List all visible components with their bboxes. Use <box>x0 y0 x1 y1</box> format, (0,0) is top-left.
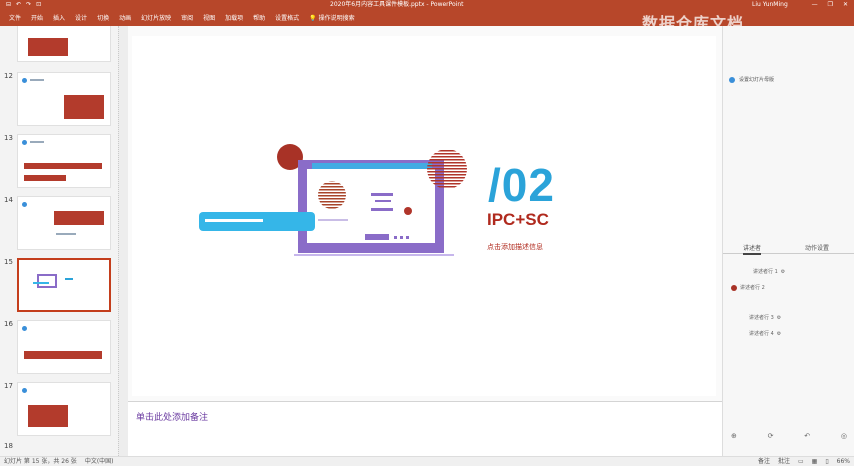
save-icon[interactable]: ⊟ <box>6 0 11 10</box>
slide-thumbnail[interactable] <box>17 320 111 374</box>
tab-animations[interactable]: 动画 <box>114 14 136 24</box>
slide-count: 幻灯片 第 15 张，共 26 张 <box>4 458 77 465</box>
pane-row[interactable]: 讲述者行 2 <box>731 284 765 291</box>
slide-thumbnail[interactable] <box>17 382 111 436</box>
slide-thumbnail[interactable] <box>17 26 111 62</box>
tab-home[interactable]: 开始 <box>26 14 48 24</box>
tab-insert[interactable]: 插入 <box>48 14 70 24</box>
notes-placeholder[interactable]: 单击此处添加备注 <box>136 410 208 423</box>
pane-row[interactable]: 讲述者行 1 ⚙ <box>753 268 786 276</box>
pane-divider[interactable] <box>118 26 128 456</box>
pane-row-label: 讲述者行 4 <box>749 331 774 337</box>
slide-thumbnail[interactable] <box>17 196 111 250</box>
slide-thumbnail-selected[interactable] <box>17 258 111 312</box>
normal-view-icon[interactable]: ▭ <box>798 457 804 466</box>
redo-icon[interactable]: ↷ <box>26 0 31 10</box>
tab-design[interactable]: 设计 <box>70 14 92 24</box>
tab-slideshow[interactable]: 幻灯片放映 <box>136 14 176 24</box>
undo-icon[interactable]: ↶ <box>804 432 810 440</box>
comments-toggle[interactable]: 批注 <box>778 457 790 466</box>
pane-tabs: 讲述者 动作设置 <box>723 240 854 255</box>
tell-me-search[interactable]: 💡 操作说明搜索 <box>304 14 359 24</box>
notes-toggle[interactable]: 备注 <box>758 457 770 466</box>
section-title[interactable]: IPC+SC <box>487 210 549 230</box>
pane-row-label: 讲述者行 1 <box>753 269 778 275</box>
settings-icon: ⚙ <box>780 268 786 275</box>
tab-help[interactable]: 帮助 <box>248 14 270 24</box>
settings-icon: ⚙ <box>776 314 782 321</box>
quick-access-toolbar: ⊟ ↶ ↷ ⊡ <box>6 0 41 10</box>
ribbon-tabs: 文件 开始 插入 设计 切换 动画 幻灯片放映 审阅 视图 加载项 帮助 设置格… <box>0 10 854 33</box>
slide-number: 17 <box>4 382 13 390</box>
slide-number: 18 <box>4 442 13 450</box>
tab-review[interactable]: 审阅 <box>176 14 198 24</box>
title-bar: ⊟ ↶ ↷ ⊡ 2020年6月内容工具课件模板.pptx - PowerPoin… <box>0 0 854 10</box>
slide-number: 15 <box>4 258 13 266</box>
slide-number: 14 <box>4 196 13 204</box>
pane-row[interactable]: 讲述者行 4 ⚙ <box>749 330 782 338</box>
pane-row-label: 讲述者行 3 <box>749 315 774 321</box>
section-subtitle[interactable]: 点击添加描述信息 <box>487 242 543 252</box>
language-indicator[interactable]: 中文(中国) <box>85 457 114 466</box>
present-icon[interactable]: ⊡ <box>36 0 41 10</box>
slide-thumbnail[interactable] <box>17 134 111 188</box>
slide-illustration <box>199 144 467 256</box>
undo-icon[interactable]: ↶ <box>16 0 21 10</box>
tab-addins[interactable]: 加载项 <box>220 14 248 24</box>
help-icon[interactable]: ⊕ <box>731 432 737 440</box>
refresh-icon[interactable]: ⟳ <box>768 432 774 440</box>
tab-transitions[interactable]: 切换 <box>92 14 114 24</box>
slide-sorter-icon[interactable]: ▦ <box>812 457 818 466</box>
notes-pane[interactable]: 单击此处添加备注 <box>128 401 722 456</box>
tab-narrator[interactable]: 讲述者 <box>743 243 762 255</box>
info-icon[interactable]: ◎ <box>841 432 847 440</box>
tab-format[interactable]: 设置格式 <box>270 14 304 24</box>
document-title: 2020年6月内容工具课件模板.pptx - PowerPoint <box>330 1 464 8</box>
maximize-button[interactable]: ❐ <box>828 0 833 10</box>
pane-top-item[interactable]: 设置幻灯片母版 <box>729 76 774 83</box>
pane-row[interactable]: 讲述者行 3 ⚙ <box>749 314 782 322</box>
right-task-pane: 设置幻灯片母版 讲述者 动作设置 讲述者行 1 ⚙ 讲述者行 2 讲述者行 3 … <box>722 26 854 456</box>
slide-editor: /02 IPC+SC 点击添加描述信息 <box>128 26 722 401</box>
pane-row-label: 讲述者行 2 <box>740 285 765 291</box>
zoom-level[interactable]: 66% <box>837 457 850 466</box>
tab-actions[interactable]: 动作设置 <box>805 243 829 252</box>
user-name[interactable]: Liu YunMing <box>752 0 788 10</box>
striped-circle-shape <box>427 149 467 189</box>
tab-file[interactable]: 文件 <box>4 14 26 24</box>
slide-number: 12 <box>4 72 13 80</box>
close-button[interactable]: ✕ <box>843 0 848 10</box>
tell-me-label: 操作说明搜索 <box>318 15 355 22</box>
pane-bottom-toolbar: ⊕ ⟳ ↶ ◎ <box>731 432 847 440</box>
layout-icon <box>729 76 735 83</box>
pane-top-label: 设置幻灯片母版 <box>739 77 775 83</box>
slide-number: 13 <box>4 134 13 142</box>
powerpoint-window: ⊟ ↶ ↷ ⊡ 2020年6月内容工具课件模板.pptx - PowerPoin… <box>0 0 854 466</box>
slide-thumbnail-pane[interactable]: 12 13 14 15 16 17 18 <box>0 26 118 456</box>
tab-view[interactable]: 视图 <box>198 14 220 24</box>
minimize-button[interactable]: — <box>812 0 818 10</box>
record-icon <box>731 284 737 291</box>
reading-view-icon[interactable]: ▯ <box>825 457 828 466</box>
slide-number: 16 <box>4 320 13 328</box>
section-number[interactable]: /02 <box>488 162 555 208</box>
window-controls: — ❐ ✕ <box>812 0 848 10</box>
slide-canvas[interactable]: /02 IPC+SC 点击添加描述信息 <box>132 36 716 396</box>
status-bar: 幻灯片 第 15 张，共 26 张 中文(中国) 备注 批注 ▭ ▦ ▯ 66% <box>0 456 854 466</box>
slide-thumbnail[interactable] <box>17 72 111 126</box>
settings-icon: ⚙ <box>776 330 782 337</box>
